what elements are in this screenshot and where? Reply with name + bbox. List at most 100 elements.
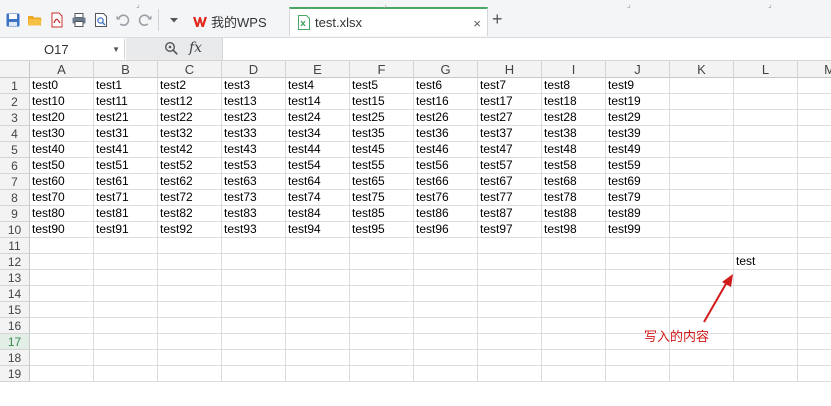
cell-A15[interactable] xyxy=(30,302,94,318)
fx-icon[interactable]: fx xyxy=(189,40,202,56)
cell-G5[interactable]: test46 xyxy=(414,142,478,158)
cell-E3[interactable]: test24 xyxy=(286,110,350,126)
cell-G15[interactable] xyxy=(414,302,478,318)
cell-C1[interactable]: test2 xyxy=(158,78,222,94)
cell-F6[interactable]: test55 xyxy=(350,158,414,174)
cell-E9[interactable]: test84 xyxy=(286,206,350,222)
column-header[interactable]: L xyxy=(734,61,798,78)
cell-D16[interactable] xyxy=(222,318,286,334)
cell-K11[interactable] xyxy=(670,238,734,254)
cell-L14[interactable] xyxy=(734,286,798,302)
cell-G16[interactable] xyxy=(414,318,478,334)
cell-C14[interactable] xyxy=(158,286,222,302)
cell-K8[interactable] xyxy=(670,190,734,206)
cell-A10[interactable]: test90 xyxy=(30,222,94,238)
row-header[interactable]: 13 xyxy=(0,270,30,286)
cell-J10[interactable]: test99 xyxy=(606,222,670,238)
cell-E5[interactable]: test44 xyxy=(286,142,350,158)
row-header[interactable]: 4 xyxy=(0,126,30,142)
cell-H7[interactable]: test67 xyxy=(478,174,542,190)
cell-C11[interactable] xyxy=(158,238,222,254)
cell-G7[interactable]: test66 xyxy=(414,174,478,190)
cell-H16[interactable] xyxy=(478,318,542,334)
cell-L18[interactable] xyxy=(734,350,798,366)
cell-J5[interactable]: test49 xyxy=(606,142,670,158)
cell-G2[interactable]: test16 xyxy=(414,94,478,110)
column-header[interactable]: A xyxy=(30,61,94,78)
print-preview-icon[interactable] xyxy=(92,11,110,29)
row-header[interactable]: 18 xyxy=(0,350,30,366)
save-icon[interactable] xyxy=(4,11,22,29)
cell-D17[interactable] xyxy=(222,334,286,350)
cell-F10[interactable]: test95 xyxy=(350,222,414,238)
cell-F19[interactable] xyxy=(350,366,414,382)
cell-E12[interactable] xyxy=(286,254,350,270)
cell-M10[interactable] xyxy=(798,222,831,238)
cell-E7[interactable]: test64 xyxy=(286,174,350,190)
cell-I11[interactable] xyxy=(542,238,606,254)
cell-A7[interactable]: test60 xyxy=(30,174,94,190)
cell-M11[interactable] xyxy=(798,238,831,254)
cell-L7[interactable] xyxy=(734,174,798,190)
cell-A4[interactable]: test30 xyxy=(30,126,94,142)
cell-D14[interactable] xyxy=(222,286,286,302)
name-box[interactable]: O17 ▼ xyxy=(0,39,125,59)
cell-B16[interactable] xyxy=(94,318,158,334)
cell-F9[interactable]: test85 xyxy=(350,206,414,222)
cell-H15[interactable] xyxy=(478,302,542,318)
cell-C15[interactable] xyxy=(158,302,222,318)
cell-B9[interactable]: test81 xyxy=(94,206,158,222)
cell-B19[interactable] xyxy=(94,366,158,382)
cell-L19[interactable] xyxy=(734,366,798,382)
cell-B5[interactable]: test41 xyxy=(94,142,158,158)
cell-I4[interactable]: test38 xyxy=(542,126,606,142)
cell-E17[interactable] xyxy=(286,334,350,350)
cell-I1[interactable]: test8 xyxy=(542,78,606,94)
cell-M19[interactable] xyxy=(798,366,831,382)
cell-H13[interactable] xyxy=(478,270,542,286)
cell-M16[interactable] xyxy=(798,318,831,334)
cell-B17[interactable] xyxy=(94,334,158,350)
cell-C17[interactable] xyxy=(158,334,222,350)
cell-H8[interactable]: test77 xyxy=(478,190,542,206)
cell-A9[interactable]: test80 xyxy=(30,206,94,222)
redo-icon[interactable] xyxy=(136,11,154,29)
cell-D6[interactable]: test53 xyxy=(222,158,286,174)
cell-J19[interactable] xyxy=(606,366,670,382)
cell-C3[interactable]: test22 xyxy=(158,110,222,126)
cell-K4[interactable] xyxy=(670,126,734,142)
row-header[interactable]: 1 xyxy=(0,78,30,94)
cell-B15[interactable] xyxy=(94,302,158,318)
cell-F5[interactable]: test45 xyxy=(350,142,414,158)
cell-D15[interactable] xyxy=(222,302,286,318)
cell-J18[interactable] xyxy=(606,350,670,366)
column-header[interactable]: E xyxy=(286,61,350,78)
cell-I16[interactable] xyxy=(542,318,606,334)
cell-D10[interactable]: test93 xyxy=(222,222,286,238)
cell-M6[interactable] xyxy=(798,158,831,174)
cell-L16[interactable] xyxy=(734,318,798,334)
formula-input[interactable] xyxy=(224,39,824,59)
zoom-icon[interactable] xyxy=(164,41,179,59)
cell-J8[interactable]: test79 xyxy=(606,190,670,206)
row-header[interactable]: 6 xyxy=(0,158,30,174)
cell-J12[interactable] xyxy=(606,254,670,270)
column-header[interactable]: I xyxy=(542,61,606,78)
cell-G3[interactable]: test26 xyxy=(414,110,478,126)
row-header[interactable]: 10 xyxy=(0,222,30,238)
cell-C19[interactable] xyxy=(158,366,222,382)
cell-B11[interactable] xyxy=(94,238,158,254)
cell-C2[interactable]: test12 xyxy=(158,94,222,110)
cell-I17[interactable] xyxy=(542,334,606,350)
cell-H12[interactable] xyxy=(478,254,542,270)
cell-G11[interactable] xyxy=(414,238,478,254)
cell-I8[interactable]: test78 xyxy=(542,190,606,206)
cell-H1[interactable]: test7 xyxy=(478,78,542,94)
cell-K6[interactable] xyxy=(670,158,734,174)
cell-M4[interactable] xyxy=(798,126,831,142)
column-header[interactable]: B xyxy=(94,61,158,78)
cell-G12[interactable] xyxy=(414,254,478,270)
cell-B13[interactable] xyxy=(94,270,158,286)
cell-F17[interactable] xyxy=(350,334,414,350)
cell-J1[interactable]: test9 xyxy=(606,78,670,94)
